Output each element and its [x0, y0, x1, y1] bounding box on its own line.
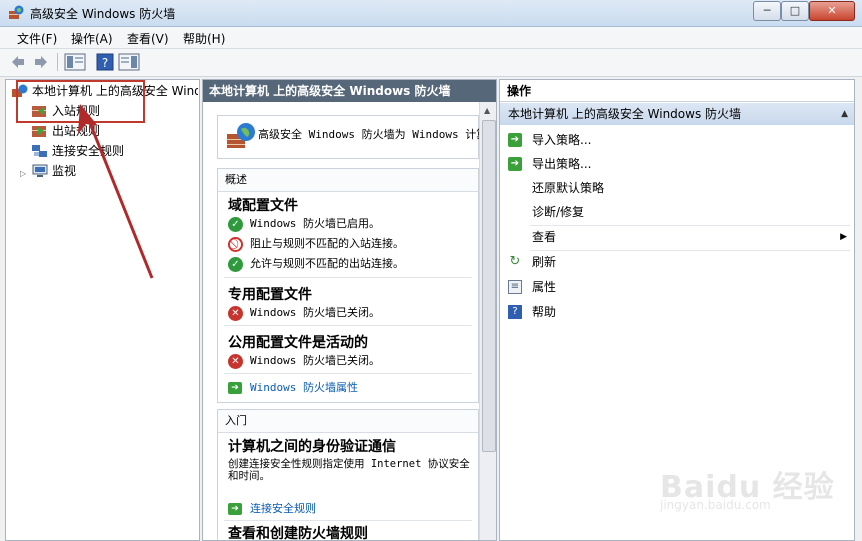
menu-file[interactable]: 文件(F)	[17, 30, 57, 47]
action-restore-default[interactable]: 还原默认策略	[500, 176, 854, 200]
status-text: Windows 防火墙已启用。	[250, 217, 380, 230]
action-label: 诊断/修复	[532, 205, 585, 219]
svg-text:?: ?	[102, 56, 108, 70]
action-export-policy[interactable]: ➔ 导出策略...	[500, 152, 854, 176]
status-text: Windows 防火墙已关闭。	[250, 306, 380, 319]
overview-head: 概述	[218, 169, 478, 192]
outbound-rules-icon	[32, 126, 46, 137]
back-arrow-icon[interactable]	[9, 53, 27, 71]
private-profile-title: 专用配置文件	[228, 287, 312, 303]
action-label: 导入策略...	[532, 133, 592, 147]
status-text: 允许与规则不匹配的出站连接。	[250, 257, 404, 270]
auth-comm-desc: 创建连接安全性规则指定使用 Internet 协议安全和时间。	[228, 458, 470, 482]
link-text: 连接安全规则	[250, 502, 316, 515]
close-button[interactable]: ✕	[809, 1, 855, 21]
maximize-button[interactable]: □	[781, 1, 809, 21]
action-label: 查看	[532, 230, 557, 244]
help-icon: ?	[508, 305, 522, 319]
overview-group: 概述 域配置文件 ✓ Windows 防火墙已启用。 ⃠ 阻止与规则不匹配的入站…	[217, 168, 479, 403]
getting-started-group: 入门 计算机之间的身份验证通信 创建连接安全性规则指定使用 Internet 协…	[217, 409, 479, 541]
show-hide-action-pane-icon[interactable]	[118, 53, 140, 71]
actions-title: 操作	[500, 80, 854, 102]
divider	[224, 373, 472, 374]
annotation-highlight-box	[16, 80, 145, 123]
connection-security-icon	[32, 145, 47, 157]
monitoring-icon	[32, 164, 48, 177]
collapse-up-icon[interactable]: ▲	[841, 103, 848, 125]
firewall-app-icon	[9, 5, 24, 19]
tree-item-label: 出站规则	[52, 124, 101, 138]
actions-section-label: 本地计算机 上的高级安全 Windows 防火墙	[508, 107, 742, 121]
domain-profile-title: 域配置文件	[228, 198, 298, 214]
center-header: 本地计算机 上的高级安全 Windows 防火墙	[203, 80, 496, 102]
go-arrow-icon: ➔	[228, 503, 242, 515]
window-title: 高级安全 Windows 防火墙	[30, 7, 176, 21]
action-label: 导出策略...	[532, 157, 592, 171]
action-properties[interactable]: ≡ 属性	[500, 275, 854, 299]
auth-comm-title: 计算机之间的身份验证通信	[228, 439, 396, 455]
link-text: Windows 防火墙属性	[250, 381, 358, 394]
intro-box: 高级安全 Windows 防火墙为 Windows 计算	[217, 115, 487, 159]
properties-icon: ≡	[508, 280, 522, 294]
action-label: 帮助	[532, 305, 557, 319]
submenu-arrow-icon: ▶	[840, 232, 847, 242]
export-icon: ➔	[508, 157, 522, 171]
center-scrollbar[interactable]: ▲	[479, 102, 496, 540]
tree-item-label: 监视	[52, 164, 77, 178]
public-profile-title: 公用配置文件是活动的	[228, 335, 368, 351]
status-text: 阻止与规则不匹配的入站连接。	[250, 237, 404, 250]
action-diagnose-repair[interactable]: 诊断/修复	[500, 200, 854, 224]
divider	[224, 520, 472, 521]
refresh-icon: ↻	[509, 254, 521, 269]
firewall-globe-icon	[227, 123, 255, 148]
center-pane: 本地计算机 上的高级安全 Windows 防火墙 高级安全 Windows 防火…	[202, 79, 497, 541]
shield-check-icon: ✓	[228, 217, 243, 232]
status-text: Windows 防火墙已关闭。	[250, 354, 380, 367]
action-refresh[interactable]: ↻ 刷新	[500, 250, 854, 274]
divider	[224, 325, 472, 326]
menu-view[interactable]: 查看(V)	[127, 30, 169, 47]
action-import-policy[interactable]: ➔ 导入策略...	[500, 128, 854, 152]
tree-expander-icon[interactable]: ▷	[20, 169, 26, 178]
scrollbar-thumb[interactable]	[482, 120, 496, 452]
navigation-tree: 本地计算机 上的高级安全 Wind 入站规则 出站规则 连接安全规则 ▷ 监视	[5, 79, 200, 541]
action-label: 刷新	[532, 255, 557, 269]
divider	[224, 277, 472, 278]
go-arrow-icon: ➔	[228, 382, 242, 394]
action-label: 还原默认策略	[532, 181, 605, 195]
title-bar: 高级安全 Windows 防火墙 ─ □ ✕	[0, 0, 862, 27]
baidu-jingyan-watermark: Baidu 经验 jingyan.baidu.com	[660, 462, 850, 532]
action-label: 属性	[532, 280, 557, 294]
action-help[interactable]: ? 帮助	[500, 300, 854, 324]
minimize-button[interactable]: ─	[753, 1, 781, 21]
intro-text: 高级安全 Windows 防火墙为 Windows 计算	[258, 128, 488, 141]
firewall-rules-title: 查看和创建防火墙规则	[228, 526, 368, 541]
help-icon[interactable]: ?	[96, 53, 114, 71]
import-icon: ➔	[508, 133, 522, 147]
actions-section-header[interactable]: 本地计算机 上的高级安全 Windows 防火墙 ▲	[500, 103, 854, 125]
block-icon: ⃠	[228, 237, 243, 252]
shield-x-icon: ✕	[228, 354, 243, 369]
toolbar: ?	[0, 49, 862, 77]
menu-help[interactable]: 帮助(H)	[183, 30, 225, 47]
scroll-up-icon[interactable]: ▲	[484, 106, 490, 115]
show-hide-tree-icon[interactable]	[64, 53, 86, 71]
allow-check-icon: ✓	[228, 257, 243, 272]
shield-x-icon: ✕	[228, 306, 243, 321]
forward-arrow-icon[interactable]	[32, 53, 50, 71]
getting-started-head: 入门	[218, 410, 478, 433]
tree-item-label: 连接安全规则	[52, 144, 125, 158]
menu-bar: 文件(F) 操作(A) 查看(V) 帮助(H)	[0, 27, 862, 49]
toolbar-separator	[57, 53, 58, 71]
menu-action[interactable]: 操作(A)	[71, 30, 113, 47]
action-view[interactable]: 查看 ▶	[500, 225, 854, 249]
watermark-sub: jingyan.baidu.com	[660, 498, 771, 512]
